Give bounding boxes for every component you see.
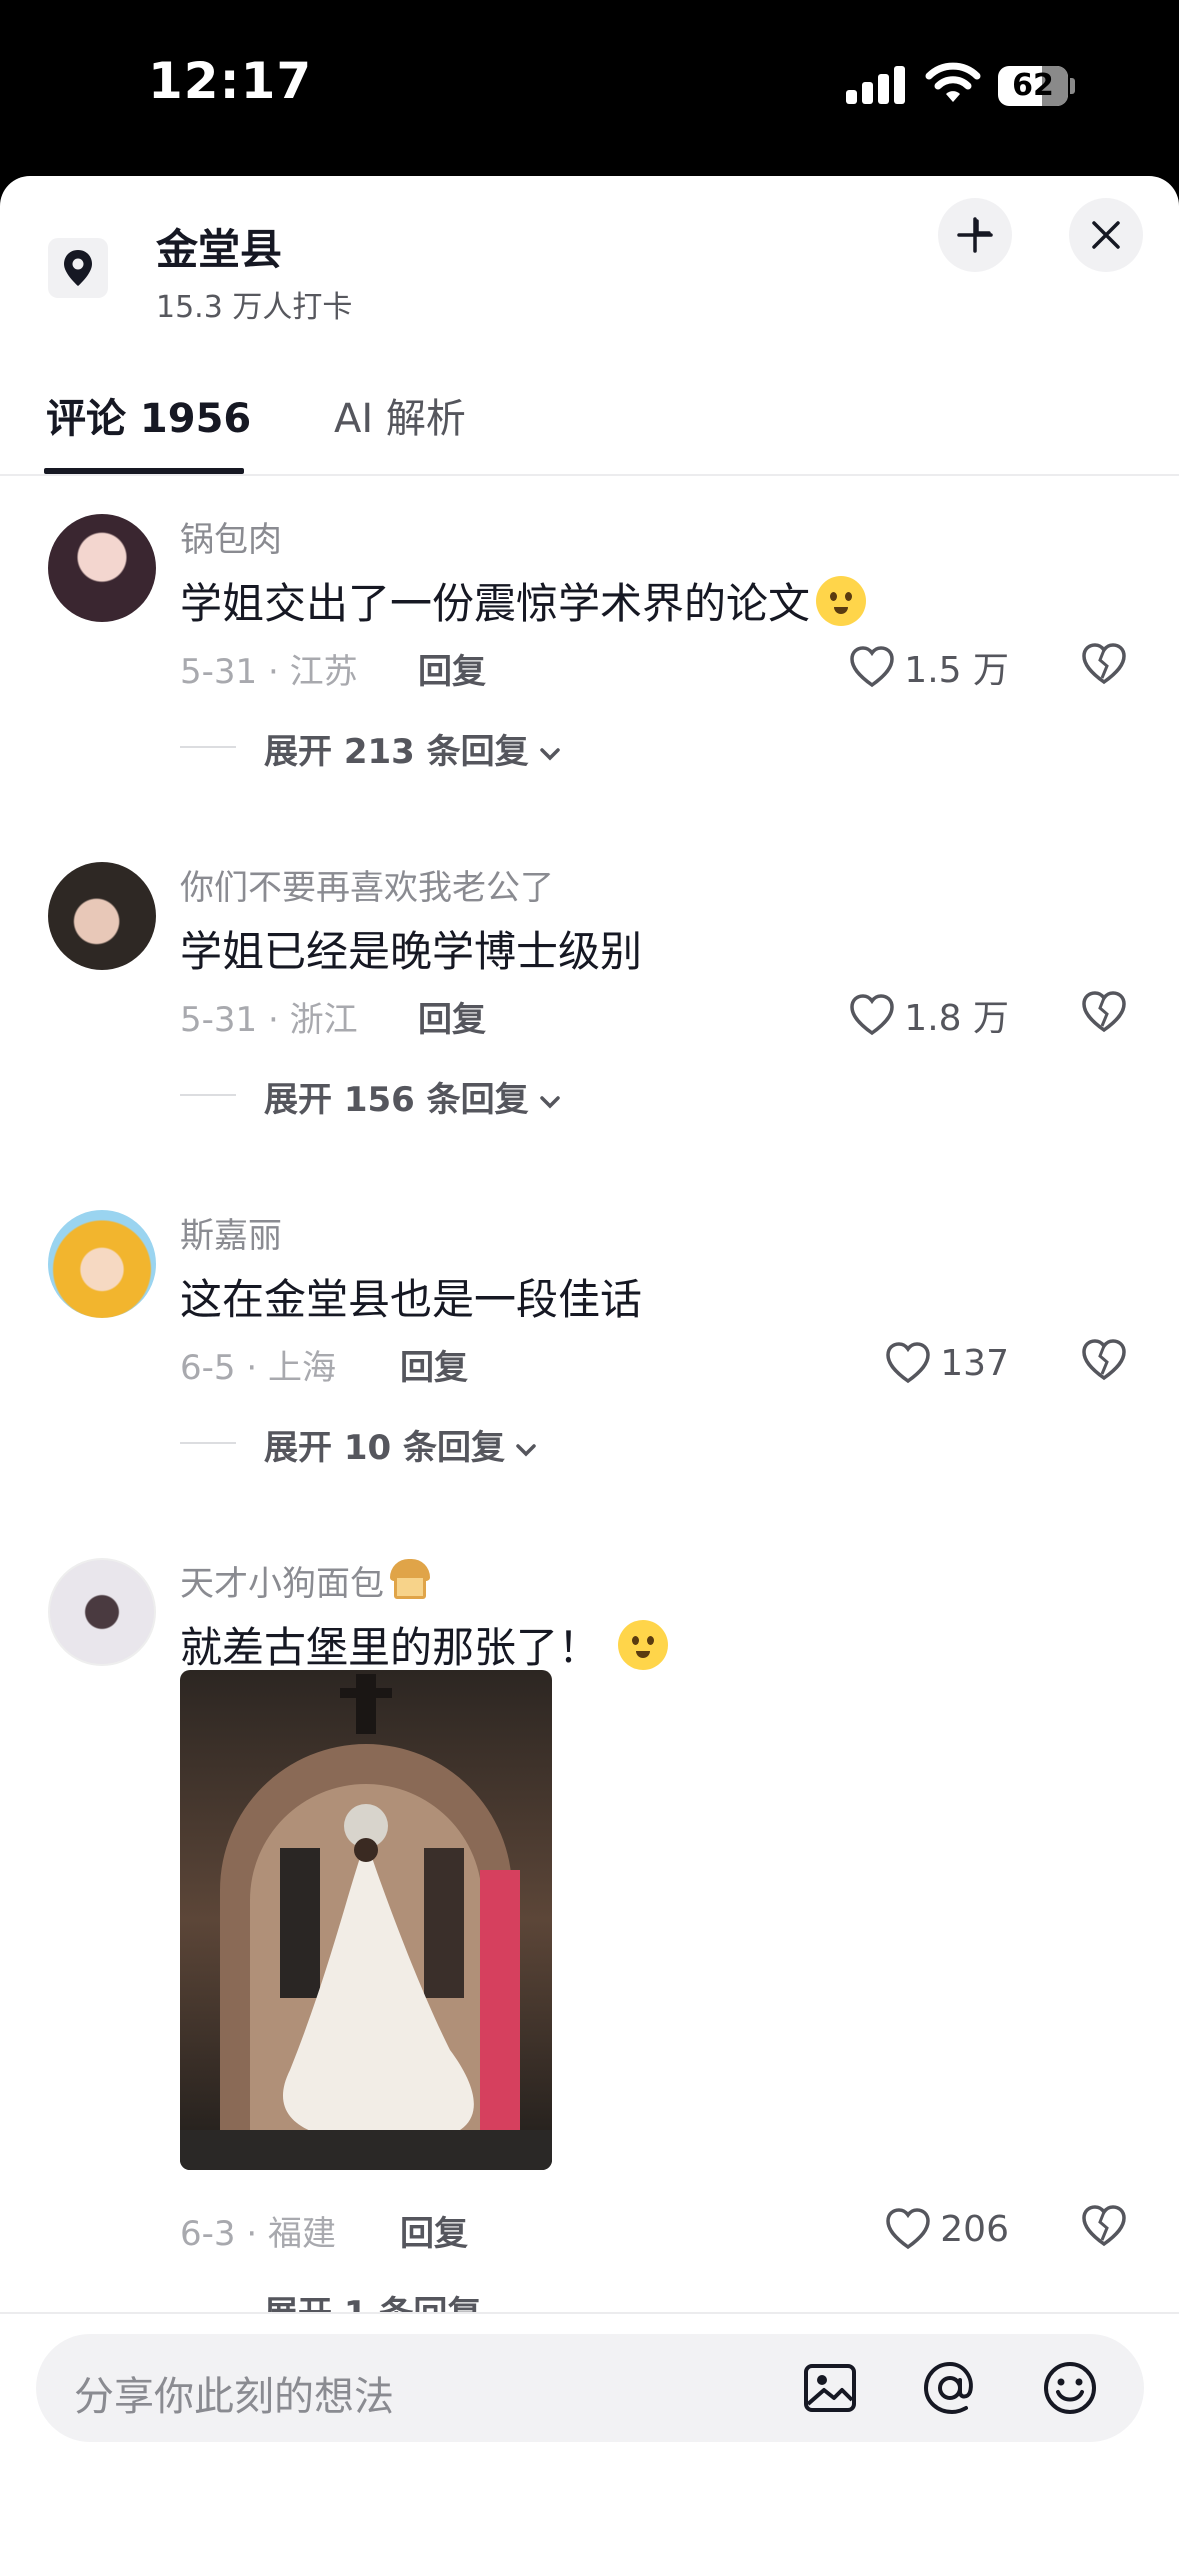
dislike-icon[interactable] bbox=[1080, 2204, 1128, 2248]
location-header: 金堂县 15.3 万人打卡 bbox=[0, 176, 1179, 325]
like-count: 1.5 万 bbox=[904, 650, 1009, 691]
comment-meta: 5-31 · 江苏 bbox=[180, 652, 358, 692]
comment-list: 锅包肉 学姐交出了一份震惊学术界的论文 5-31 · 江苏 回复 1.5 万 展… bbox=[0, 476, 1179, 2316]
expand-replies-button[interactable]: 展开 213 条回复 bbox=[264, 724, 563, 773]
comment-location: 福建 bbox=[267, 2214, 336, 2254]
heart-icon bbox=[886, 1342, 931, 1384]
comment-input[interactable]: 分享你此刻的想法 bbox=[36, 2334, 1144, 2442]
comments-sheet: 金堂县 15.3 万人打卡 评论 1956 AI 解析 锅包肉 学姐交出了一份震… bbox=[0, 176, 1179, 2556]
pleading-face-emoji-icon bbox=[618, 1620, 669, 1670]
like-count: 137 bbox=[940, 1342, 1009, 1384]
comment-meta: 6-5 · 上海 bbox=[180, 1348, 336, 1388]
comment-username[interactable]: 天才小狗面包 bbox=[180, 1556, 432, 1605]
reply-button[interactable]: 回复 bbox=[418, 992, 486, 1041]
comment-location: 浙江 bbox=[289, 1000, 358, 1040]
avatar[interactable] bbox=[48, 1558, 156, 1666]
comment-text: 学姐交出了一份震惊学术界的论文 bbox=[180, 570, 867, 631]
expand-replies-button[interactable]: 展开 156 条回复 bbox=[264, 1072, 563, 1121]
comment-meta: 6-3 · 福建 bbox=[180, 2214, 336, 2254]
like-button[interactable]: 1.8 万 bbox=[848, 990, 1009, 1040]
reply-button[interactable]: 回复 bbox=[400, 2206, 468, 2255]
like-button[interactable]: 1.5 万 bbox=[848, 642, 1009, 692]
comment-date: 6-3 bbox=[180, 2214, 236, 2254]
expand-label: 展开 156 条回复 bbox=[264, 1080, 529, 1120]
chevron-down-icon bbox=[539, 747, 560, 760]
battery-icon: 62 bbox=[998, 66, 1075, 106]
location-pin-icon bbox=[48, 238, 108, 298]
avatar[interactable] bbox=[48, 514, 156, 622]
status-bar: 12:17 62 bbox=[0, 0, 1179, 176]
tab-comments[interactable]: 评论 1956 bbox=[46, 386, 251, 444]
comment-composer: 分享你此刻的想法 bbox=[0, 2312, 1179, 2556]
comment-body: 就差古堡里的那张了！ bbox=[180, 1623, 601, 1672]
bread-emoji-icon bbox=[388, 1557, 432, 1601]
comment-item: 天才小狗面包 就差古堡里的那张了！ 6-3 · 福建 回复 206 展开 1 条… bbox=[0, 1520, 1179, 2316]
like-button[interactable]: 206 bbox=[884, 2204, 1009, 2254]
comment-username[interactable]: 斯嘉丽 bbox=[180, 1208, 282, 1257]
heart-icon bbox=[886, 2208, 931, 2250]
expand-divider bbox=[180, 1442, 236, 1444]
expand-label: 展开 213 条回复 bbox=[264, 732, 529, 772]
cellular-signal-icon bbox=[846, 64, 906, 104]
comment-item: 斯嘉丽 这在金堂县也是一段佳话 6-5 · 上海 回复 137 展开 10 条回… bbox=[0, 1172, 1179, 1520]
dislike-icon[interactable] bbox=[1080, 642, 1128, 686]
comment-location: 上海 bbox=[267, 1348, 336, 1388]
comment-text: 就差古堡里的那张了！ bbox=[180, 1614, 669, 1675]
comment-photo[interactable] bbox=[180, 1670, 552, 2170]
comment-item: 你们不要再喜欢我老公了 学姐已经是晚学博士级别 5-31 · 浙江 回复 1.8… bbox=[0, 824, 1179, 1172]
expand-replies-button[interactable]: 展开 10 条回复 bbox=[264, 1420, 539, 1469]
chevron-down-icon bbox=[539, 1095, 560, 1108]
comment-date: 5-31 bbox=[180, 652, 258, 692]
dislike-icon[interactable] bbox=[1080, 1338, 1128, 1382]
comment-username[interactable]: 你们不要再喜欢我老公了 bbox=[180, 860, 554, 909]
close-icon bbox=[1092, 221, 1120, 249]
dislike-icon[interactable] bbox=[1080, 990, 1128, 1034]
wifi-icon bbox=[925, 62, 981, 102]
expand-divider bbox=[180, 1094, 236, 1096]
like-count: 1.8 万 bbox=[904, 998, 1009, 1039]
avatar[interactable] bbox=[48, 862, 156, 970]
comment-meta: 5-31 · 浙江 bbox=[180, 1000, 358, 1040]
tab-ai-analysis[interactable]: AI 解析 bbox=[334, 386, 466, 444]
checkin-count: 15.3 万人打卡 bbox=[156, 290, 353, 325]
comment-input-placeholder: 分享你此刻的想法 bbox=[74, 2374, 394, 2420]
status-time: 12:17 bbox=[148, 52, 313, 110]
comment-text: 这在金堂县也是一段佳话 bbox=[180, 1275, 643, 1324]
close-button[interactable] bbox=[1069, 198, 1143, 272]
mention-at-icon[interactable] bbox=[920, 2358, 980, 2418]
collapse-icon bbox=[957, 217, 993, 253]
heart-icon bbox=[850, 994, 895, 1036]
emoji-icon[interactable] bbox=[1040, 2358, 1100, 2418]
comment-date: 5-31 bbox=[180, 1000, 258, 1040]
comment-date: 6-5 bbox=[180, 1348, 236, 1388]
active-tab-indicator bbox=[44, 468, 244, 474]
expand-label: 展开 10 条回复 bbox=[264, 1428, 505, 1468]
reply-button[interactable]: 回复 bbox=[400, 1340, 468, 1389]
comment-location: 江苏 bbox=[289, 652, 358, 692]
avatar[interactable] bbox=[48, 1210, 156, 1318]
place-name[interactable]: 金堂县 bbox=[156, 216, 282, 277]
shy-face-emoji-icon bbox=[816, 576, 867, 626]
tab-bar: 评论 1956 AI 解析 bbox=[0, 372, 1179, 476]
collapse-button[interactable] bbox=[938, 198, 1012, 272]
reply-button[interactable]: 回复 bbox=[418, 644, 486, 693]
comment-item: 锅包肉 学姐交出了一份震惊学术界的论文 5-31 · 江苏 回复 1.5 万 展… bbox=[0, 476, 1179, 824]
battery-level: 62 bbox=[1012, 68, 1054, 103]
comment-body: 学姐交出了一份震惊学术界的论文 bbox=[180, 579, 811, 628]
like-button[interactable]: 137 bbox=[884, 1338, 1009, 1388]
heart-icon bbox=[850, 646, 895, 688]
wedding-photo-image bbox=[180, 1670, 552, 2170]
username-text: 天才小狗面包 bbox=[180, 1564, 384, 1604]
image-icon[interactable] bbox=[800, 2358, 860, 2418]
chevron-down-icon bbox=[516, 1443, 536, 1456]
like-count: 206 bbox=[940, 2208, 1009, 2250]
comment-text: 学姐已经是晚学博士级别 bbox=[180, 927, 643, 976]
comment-username[interactable]: 锅包肉 bbox=[180, 512, 282, 561]
expand-divider bbox=[180, 746, 236, 748]
